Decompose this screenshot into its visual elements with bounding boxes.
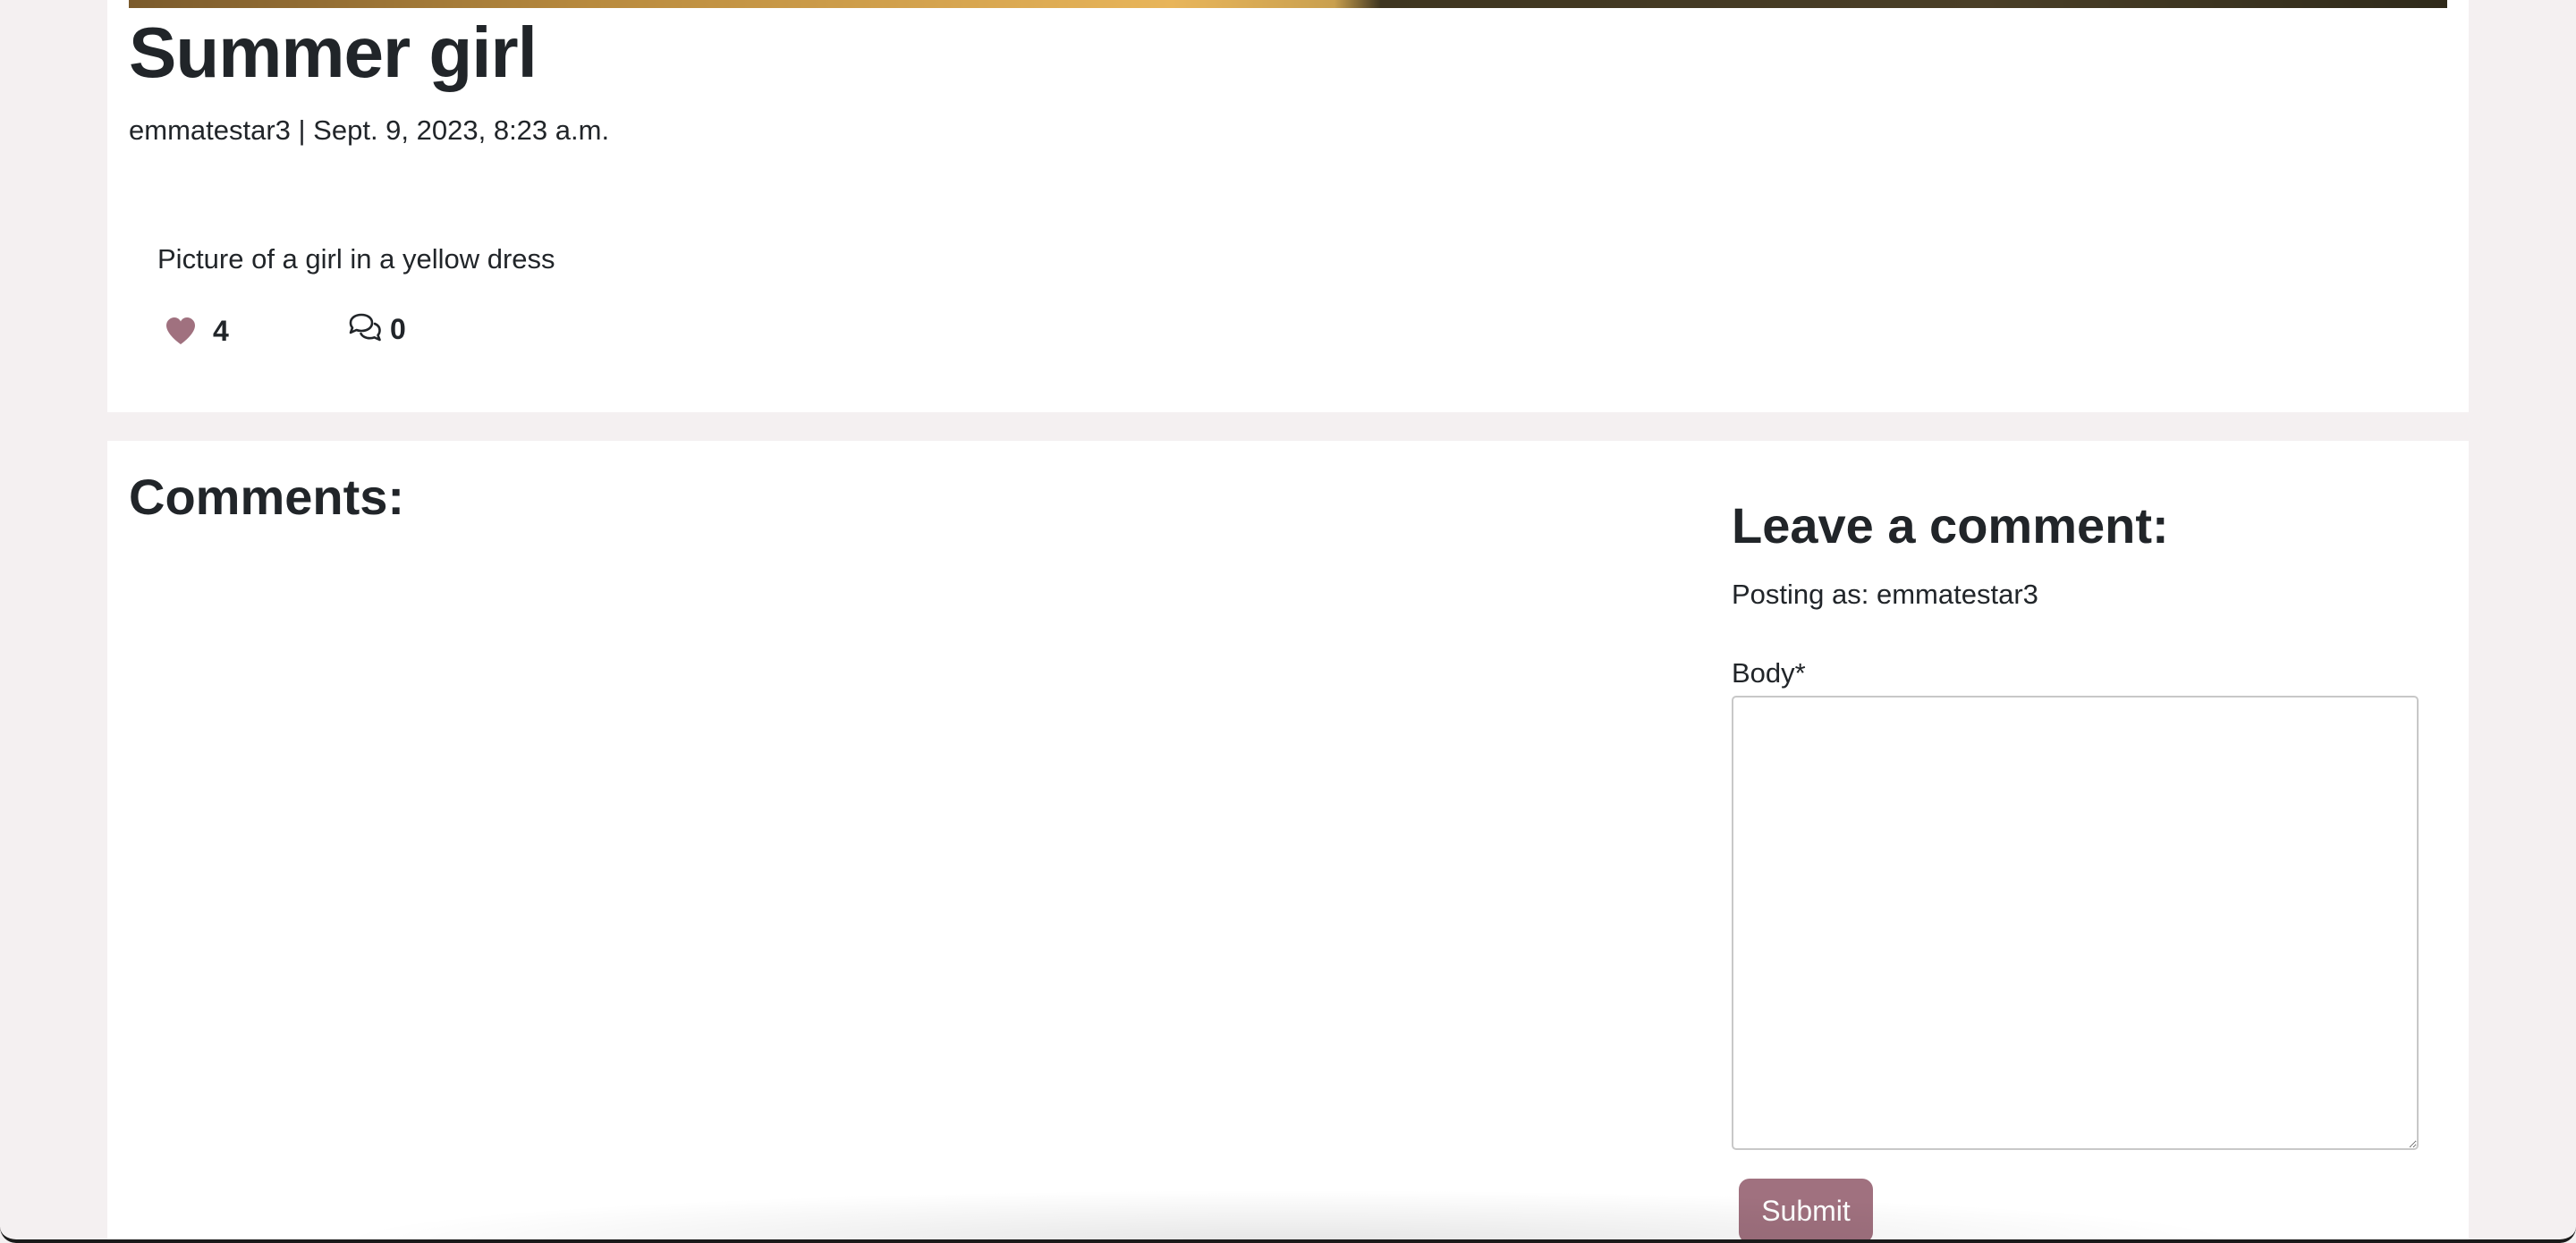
chat-bubbles-icon <box>347 312 383 347</box>
heart-icon[interactable] <box>165 317 197 345</box>
leave-comment-heading: Leave a comment: <box>1732 497 2169 554</box>
comments-card: Comments: Leave a comment: Posting as: e… <box>107 441 2469 1239</box>
comments-counter: 0 <box>347 311 406 347</box>
comments-heading: Comments: <box>129 469 405 525</box>
post-card: Summer girl emmatestar3 | Sept. 9, 2023,… <box>107 0 2469 412</box>
like-count: 4 <box>213 315 229 347</box>
like-button[interactable]: 4 <box>165 313 229 349</box>
comment-body-textarea[interactable] <box>1732 696 2419 1150</box>
posting-as-text: Posting as: emmatestar3 <box>1732 579 2038 610</box>
browser-viewport: Summer girl emmatestar3 | Sept. 9, 2023,… <box>0 0 2576 1243</box>
post-meta: emmatestar3 | Sept. 9, 2023, 8:23 a.m. <box>129 114 610 146</box>
post-image <box>129 0 2447 8</box>
post-description: Picture of a girl in a yellow dress <box>157 243 555 275</box>
comment-count: 0 <box>390 313 406 345</box>
post-title: Summer girl <box>129 13 538 92</box>
body-label: Body* <box>1732 657 1806 689</box>
submit-button[interactable]: Submit <box>1739 1179 1873 1239</box>
